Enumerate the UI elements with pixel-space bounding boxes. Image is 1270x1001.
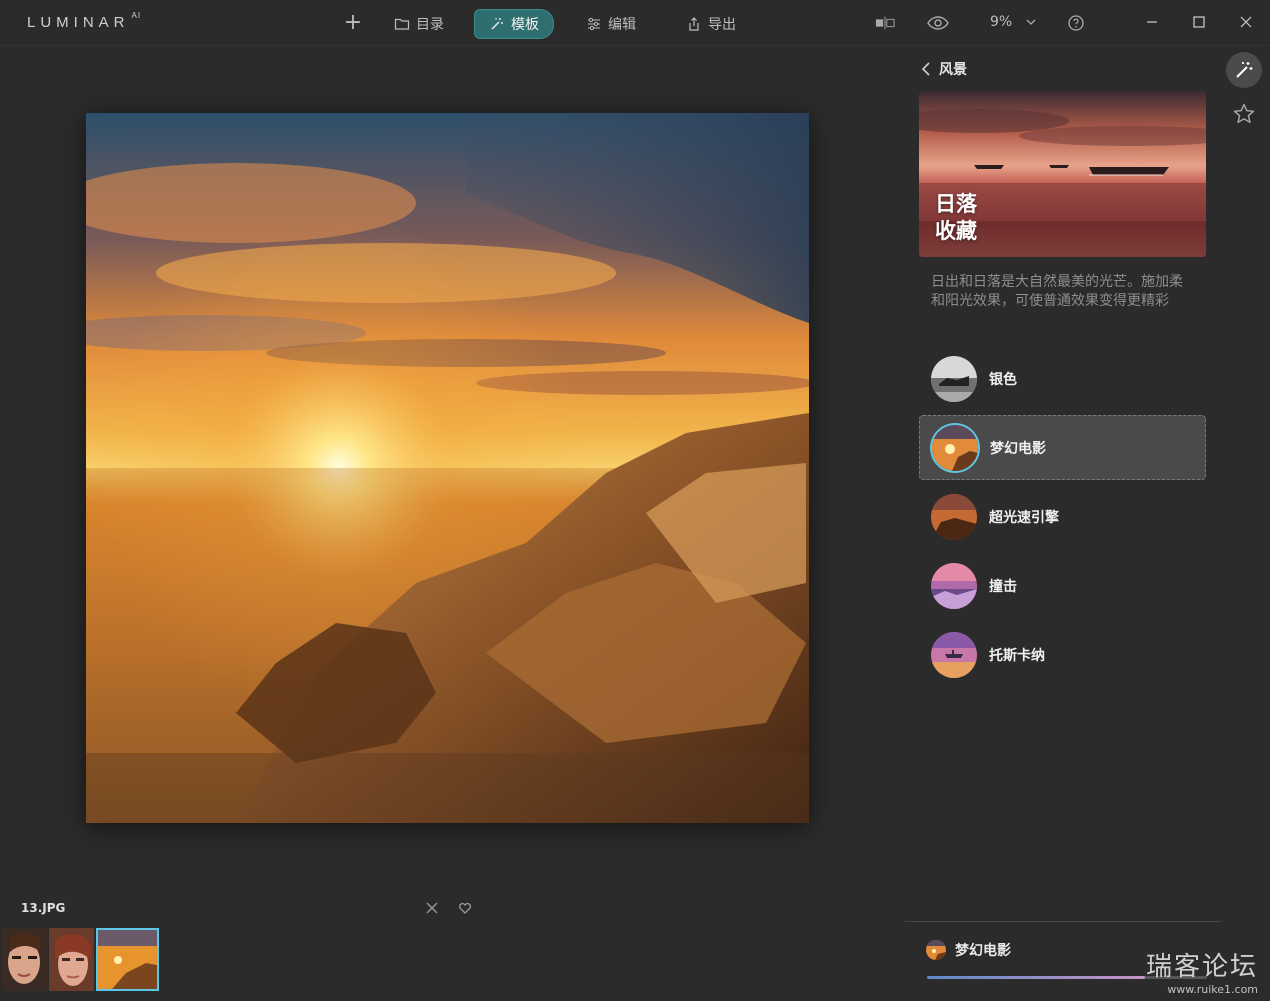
zoom-level[interactable]: 9% [990,14,1012,30]
collection-title-line1: 日落 [935,192,977,216]
applied-look[interactable]: 梦幻电影 [926,940,1011,960]
look-list: 银色 梦幻电影 超光速引擎 撞击 托斯卡纳 [919,346,1206,691]
panel-divider [905,921,1221,922]
app-logo: LUMINAR AI [27,11,142,31]
look-label: 托斯卡纳 [989,647,1045,664]
impact-thumb-image [931,562,977,609]
folder-icon [394,18,410,30]
filmstrip-thumbnail-selected[interactable] [96,928,159,991]
applied-look-thumbnail [926,940,946,960]
tab-edit-label: 编辑 [608,17,636,33]
watermark-text: 瑞客论坛 [1146,952,1259,982]
magic-wand-icon [1236,62,1253,78]
category-title: 风景 [939,62,967,78]
eye-icon[interactable] [927,14,949,32]
star-icon [1233,103,1255,123]
templates-panel: 风景 日落 收藏 日出和日落是大自然最美的光芒。施加柔和阳光效果，可使普通效果变… [905,46,1221,1001]
tab-export-label: 导出 [708,17,736,33]
collection-hero-card: 日落 收藏 [919,91,1206,257]
filmstrip-thumbnail[interactable] [2,928,47,991]
look-thumbnail [931,562,977,609]
sliders-icon [588,17,600,31]
look-label: 超光速引擎 [989,509,1059,526]
tab-catalog[interactable]: 目录 [394,9,444,39]
reject-icon[interactable] [425,901,439,915]
look-label: 梦幻电影 [990,440,1046,457]
portrait-thumb-image [2,928,47,991]
watermark: 瑞客论坛 www.ruike1.com [1146,946,1258,996]
magic-wand-icon [491,18,503,30]
collection-title: 日落 收藏 [935,191,977,245]
tab-catalog-label: 目录 [416,17,444,33]
look-thumbnail [931,355,977,402]
minimize-icon[interactable] [1142,12,1162,32]
look-thumbnail [931,493,977,540]
applied-thumb-image [926,940,946,960]
back-to-category-button[interactable]: 风景 [921,59,967,79]
tab-templates-label: 模板 [511,17,539,33]
logo-text: LUMINAR [27,14,130,31]
current-file-name: 13.JPG [21,901,66,915]
look-label: 银色 [989,371,1017,388]
look-item-silver[interactable]: 银色 [919,346,1206,411]
look-item-dreamy-film[interactable]: 梦幻电影 [919,415,1206,480]
templates-tool-button[interactable] [1226,52,1262,88]
maximize-icon[interactable] [1189,12,1209,32]
share-icon [689,17,699,31]
tuscany-thumb-image [931,631,977,678]
look-thumbnail [931,631,977,678]
side-tool-column [1226,52,1264,140]
look-label: 撞击 [989,578,1017,595]
help-icon[interactable] [1067,14,1085,32]
look-item-impact[interactable]: 撞击 [919,553,1206,618]
collection-title-line2: 收藏 [935,219,977,243]
collection-description: 日出和日落是大自然最美的光芒。施加柔和阳光效果，可使普通效果变得更精彩 [931,274,1183,309]
look-amount-fill [927,976,1146,979]
look-item-hyperdrive[interactable]: 超光速引擎 [919,484,1206,549]
dreamy-film-thumb-image [932,424,978,471]
look-item-tuscany[interactable]: 托斯卡纳 [919,622,1206,687]
tab-edit[interactable]: 编辑 [586,9,636,39]
favorites-tool-button[interactable] [1226,96,1262,132]
filmstrip-thumbnail[interactable] [49,928,94,991]
close-icon[interactable] [1236,12,1256,32]
watermark-url: www.ruike1.com [1167,983,1259,996]
tab-export[interactable]: 导出 [686,9,736,39]
main-photo[interactable] [86,113,809,823]
filmstrip [2,928,161,991]
chevron-down-icon[interactable] [1025,17,1037,27]
sunset-thumb-image [98,930,157,989]
heart-icon[interactable] [458,901,472,915]
silver-thumb-image [931,355,977,402]
compare-icon[interactable] [875,14,895,32]
chevron-left-icon [921,62,930,76]
sunset-photo-image [86,113,809,823]
applied-look-label: 梦幻电影 [955,943,1011,959]
hyperdrive-thumb-image [931,493,977,540]
logo-suffix: AI [131,11,142,20]
tab-templates[interactable]: 模板 [474,9,554,39]
top-toolbar: LUMINAR AI + 目录 模板 编辑 导出 9% [0,0,1270,46]
look-thumbnail [932,424,978,471]
luminar-window: LUMINAR AI + 目录 模板 编辑 导出 9% 风景 日落 收藏 日出和… [0,0,1270,1001]
portrait-thumb-image [49,928,94,991]
add-photo-button[interactable]: + [342,10,364,36]
